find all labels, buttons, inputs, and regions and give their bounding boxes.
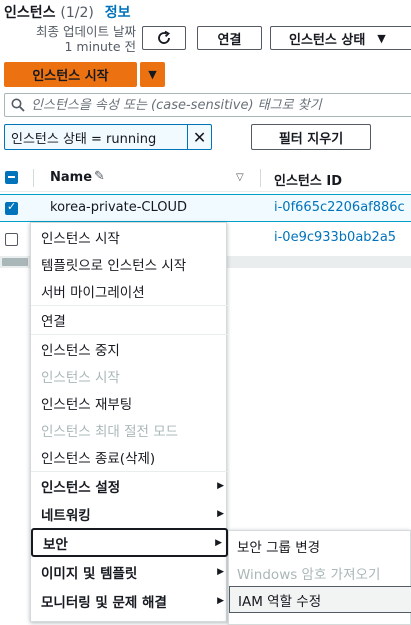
menu-item-hibernate-instance: 인스턴스 최대 절전 모드	[41, 423, 179, 440]
menu-item-instance-settings[interactable]: 인스턴스 설정 ▶	[31, 472, 228, 499]
instance-state-label: 인스턴스 상태	[289, 32, 366, 48]
menu-item-label: 인스턴스 설정	[41, 479, 121, 496]
close-icon[interactable]: ✕	[187, 125, 211, 149]
filter-token: 인스턴스 상태 = running ✕	[4, 124, 212, 150]
page-title: 인스턴스 (1/2) 정보	[4, 2, 131, 22]
row-checkbox[interactable]: ✓	[5, 200, 18, 215]
column-divider	[260, 169, 261, 187]
menu-item-label: 네트워킹	[41, 507, 91, 524]
row-name: korea-private-CLOUD	[50, 200, 188, 215]
caret-down-icon: ▼	[148, 68, 157, 81]
column-header-instance-id[interactable]: 인스턴스 ID	[274, 170, 342, 189]
caret-right-icon: ▶	[217, 566, 224, 577]
menu-item-start-instance: 인스턴스 시작	[41, 369, 120, 386]
search-box[interactable]	[4, 93, 411, 117]
menu-item-reboot-instance[interactable]: 인스턴스 재부팅	[31, 389, 228, 416]
selection-count: (1/2)	[60, 5, 94, 21]
launch-instance-button[interactable]: 인스턴스 시작	[4, 62, 137, 87]
menu-item-label: 보안	[43, 536, 68, 553]
search-input[interactable]	[29, 96, 409, 114]
refresh-button[interactable]	[142, 26, 186, 50]
indeterminate-icon	[8, 176, 15, 178]
menu-item-stop-instance[interactable]: 인스턴스 중지	[31, 335, 228, 362]
menu-item-label: 모니터링 및 문제 해결	[41, 594, 167, 611]
submenu-item-change-security-groups[interactable]: 보안 그룹 변경	[229, 532, 411, 559]
pencil-icon: ✎	[94, 169, 105, 184]
menu-item-security[interactable]: 보안 ▶	[31, 528, 228, 557]
column-divider	[33, 169, 34, 187]
last-updated: 최종 업데이트 날짜 1 minute 전	[4, 24, 136, 54]
launch-dropdown-button[interactable]: ▼	[140, 62, 165, 87]
menu-item-connect[interactable]: 연결	[31, 306, 228, 333]
clear-filters-button[interactable]: 필터 지우기	[251, 124, 371, 150]
menu-item-migrate-server[interactable]: 서버 마이그레이션	[31, 277, 228, 304]
row-checkbox[interactable]	[5, 233, 18, 246]
page-title-text: 인스턴스	[4, 5, 56, 21]
menu-item-images-templates[interactable]: 이미지 및 템플릿 ▶	[31, 558, 228, 585]
menu-item-networking[interactable]: 네트워킹 ▶	[31, 500, 228, 527]
check-icon: ✓	[7, 200, 17, 213]
sort-down-icon[interactable]: ▽	[236, 172, 244, 183]
menu-item-label: 이미지 및 템플릿	[41, 565, 138, 582]
select-all-checkbox[interactable]	[5, 171, 18, 184]
filter-token-text: 인스턴스 상태 = running	[11, 131, 157, 147]
row-instance-id-link[interactable]: i-0f665c2206af886c	[274, 200, 405, 215]
connect-button[interactable]: 연결	[197, 26, 262, 50]
row-instance-id-link[interactable]: i-0e9c933b0ab2a5	[274, 230, 396, 245]
menu-item-monitoring-troubleshooting[interactable]: 모니터링 및 문제 해결 ▶	[31, 587, 228, 614]
scrollbar-thumb[interactable]	[2, 258, 28, 266]
search-icon	[11, 98, 25, 112]
refresh-icon	[158, 30, 170, 44]
instance-actions-menu: 인스턴스 시작 템플릿으로 인스턴스 시작 서버 마이그레이션 연결 인스턴스 …	[30, 222, 228, 622]
submenu-item-get-windows-password: Windows 암호 가져오기	[237, 566, 381, 583]
menu-item-terminate-instance[interactable]: 인스턴스 종료(삭제)	[31, 443, 228, 470]
menu-item-launch-instance[interactable]: 인스턴스 시작	[31, 223, 228, 250]
caret-right-icon: ▶	[217, 480, 224, 491]
info-link[interactable]: 정보	[105, 5, 131, 21]
column-header-name[interactable]: Name	[50, 170, 92, 185]
caret-down-icon: ▼	[377, 31, 386, 45]
last-updated-value: 1 minute 전	[64, 39, 137, 54]
caret-right-icon: ▶	[215, 537, 222, 548]
submenu-item-modify-iam-role[interactable]: IAM 역할 수정	[229, 586, 411, 613]
caret-right-icon: ▶	[217, 595, 224, 606]
menu-item-launch-from-template[interactable]: 템플릿으로 인스턴스 시작	[31, 250, 228, 277]
security-submenu: 보안 그룹 변경 Windows 암호 가져오기 IAM 역할 수정	[228, 530, 411, 625]
caret-right-icon: ▶	[217, 508, 224, 519]
last-updated-label: 최종 업데이트 날짜	[36, 24, 136, 39]
instance-state-button[interactable]: 인스턴스 상태 ▼	[270, 26, 411, 50]
